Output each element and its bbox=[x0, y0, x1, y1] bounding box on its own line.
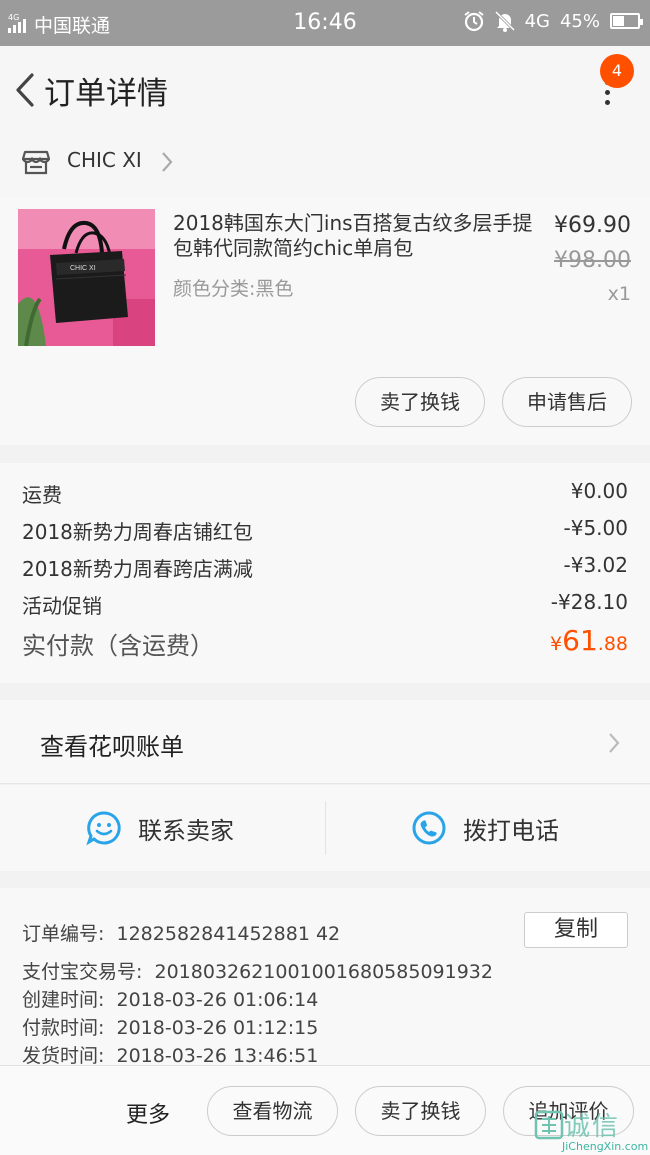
order-number: 1282582841452881 42 bbox=[116, 923, 341, 945]
created-time-row: 创建时间: 2018-03-26 01:06:14 bbox=[22, 989, 319, 1011]
svg-text:CHIC XI: CHIC XI bbox=[70, 265, 96, 272]
shop-name: CHIC XI bbox=[67, 148, 142, 172]
call-button[interactable]: 拨打电话 bbox=[411, 785, 559, 871]
product-quantity: x1 bbox=[607, 283, 631, 305]
huabei-bill-row[interactable]: 查看花呗账单 bbox=[0, 700, 650, 784]
divider bbox=[325, 801, 326, 855]
page-title: 订单详情 bbox=[44, 76, 168, 112]
paid-time-row: 付款时间: 2018-03-26 01:12:15 bbox=[22, 1017, 319, 1039]
sell-button[interactable]: 卖了换钱 bbox=[355, 377, 485, 427]
paid-total-amount: ¥61.88 bbox=[550, 624, 628, 657]
huabei-bill-label: 查看花呗账单 bbox=[40, 733, 184, 761]
battery-icon bbox=[610, 13, 643, 29]
copy-order-number-button[interactable]: 复制 bbox=[524, 912, 628, 948]
sell-button-bottom[interactable]: 卖了换钱 bbox=[355, 1086, 486, 1136]
alarm-icon bbox=[463, 11, 484, 32]
view-logistics-button[interactable]: 查看物流 bbox=[207, 1086, 338, 1136]
paid-total-row: 实付款（含运费） ¥61.88 bbox=[22, 624, 628, 661]
fee-summary: 运费 ¥0.00 2018新势力周春店铺红包 -¥5.00 2018新势力周春跨店满… bbox=[0, 463, 650, 683]
battery-label: 45% bbox=[559, 10, 600, 32]
phone-icon bbox=[412, 811, 446, 845]
product-card: CHIC XI 2018韩国东大门ins百搭复古纹多层手提包韩代同款简约chic… bbox=[0, 197, 650, 445]
alipay-number-row: 支付宝交易号: 2018032621001001680585091932 bbox=[22, 961, 493, 983]
paid-total-label: 实付款（含运费） bbox=[22, 632, 214, 660]
mute-bell-icon bbox=[494, 10, 515, 32]
watermark: 诚信 JiChengXin.com bbox=[532, 1104, 650, 1155]
status-bar: 4G 中国联通 16:46 4G 45% bbox=[0, 0, 650, 46]
shop-row[interactable]: CHIC XI bbox=[0, 132, 650, 197]
contact-seller-button[interactable]: 联系卖家 bbox=[86, 785, 234, 871]
nav-bar: 订单详情 4 bbox=[0, 46, 650, 132]
fee-row-red-packet: 2018新势力周春店铺红包 -¥5.00 bbox=[22, 516, 628, 544]
chat-smile-icon bbox=[86, 811, 121, 846]
fee-row-cross-store-discount: 2018新势力周春跨店满减 -¥3.02 bbox=[22, 553, 628, 581]
product-image[interactable]: CHIC XI bbox=[18, 209, 155, 346]
back-icon[interactable] bbox=[12, 72, 38, 108]
product-original-price: ¥98.00 bbox=[554, 248, 631, 273]
contact-bar: 联系卖家 拨打电话 bbox=[0, 785, 650, 871]
product-title[interactable]: 2018韩国东大门ins百搭复古纹多层手提包韩代同款简约chic单肩包 bbox=[173, 211, 538, 261]
chevron-right-icon bbox=[162, 152, 173, 172]
after-sale-button[interactable]: 申请售后 bbox=[502, 377, 632, 427]
order-info: 订单编号: 1282582841452881 42 复制 支付宝交易号: 201… bbox=[0, 888, 650, 1068]
watermark-logo-icon bbox=[534, 1110, 564, 1140]
order-number-row: 订单编号: 1282582841452881 42 bbox=[22, 923, 341, 945]
notification-badge: 4 bbox=[600, 54, 634, 88]
fee-row-promotion: 活动促销 -¥28.10 bbox=[22, 590, 628, 618]
product-sku: 颜色分类:黑色 bbox=[173, 278, 294, 300]
network-label: 4G bbox=[524, 10, 550, 32]
product-price: ¥69.90 bbox=[554, 213, 631, 238]
fee-row-shipping: 运费 ¥0.00 bbox=[22, 479, 628, 507]
shipped-time-row: 发货时间: 2018-03-26 13:46:51 bbox=[22, 1045, 319, 1067]
more-button[interactable]: 更多 bbox=[126, 1097, 170, 1129]
chevron-right-icon bbox=[609, 733, 620, 753]
store-icon bbox=[22, 150, 50, 175]
